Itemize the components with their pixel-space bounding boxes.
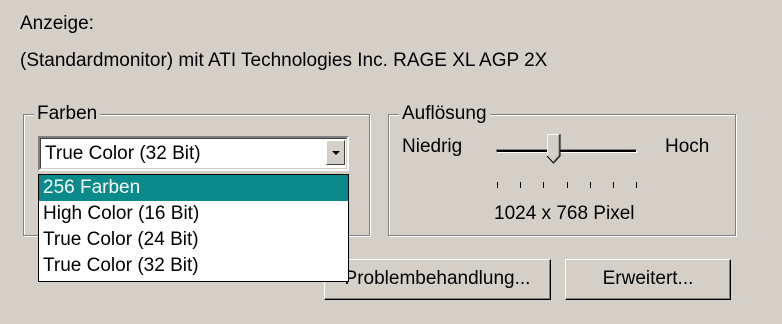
option-256-colors[interactable]: 256 Farben xyxy=(39,175,348,201)
slider-tick xyxy=(613,182,614,188)
slider-tick xyxy=(543,182,544,188)
slider-tick xyxy=(520,182,521,188)
resolution-high-label: Hoch xyxy=(665,136,710,157)
troubleshoot-button[interactable]: Problembehandlung... xyxy=(324,259,551,300)
advanced-button[interactable]: Erweitert... xyxy=(565,259,731,300)
resolution-group-label: Auflösung xyxy=(399,103,490,125)
display-label: Anzeige: xyxy=(20,13,94,34)
option-high-color-16[interactable]: High Color (16 Bit) xyxy=(39,201,348,227)
resolution-value: 1024 x 768 Pixel xyxy=(494,203,635,224)
slider-tick xyxy=(567,182,568,188)
color-depth-dropdown-list: 256 Farben High Color (16 Bit) True Colo… xyxy=(38,174,349,282)
slider-tick xyxy=(636,182,637,188)
color-depth-combobox[interactable]: True Color (32 Bit) xyxy=(38,136,349,171)
resolution-low-label: Niedrig xyxy=(402,136,463,157)
adapter-description: (Standardmonitor) mit ATI Technologies I… xyxy=(20,50,548,71)
resolution-slider-track[interactable] xyxy=(496,149,637,153)
slider-tick xyxy=(497,182,498,188)
color-depth-selected: True Color (32 Bit) xyxy=(45,143,201,164)
chevron-down-icon xyxy=(332,151,340,155)
resolution-slider-thumb[interactable] xyxy=(547,134,561,164)
option-true-color-32[interactable]: True Color (32 Bit) xyxy=(39,253,348,279)
dropdown-button[interactable] xyxy=(326,140,345,165)
slider-tick xyxy=(590,182,591,188)
colors-group-label: Farben xyxy=(34,103,101,125)
option-true-color-24[interactable]: True Color (24 Bit) xyxy=(39,227,348,253)
